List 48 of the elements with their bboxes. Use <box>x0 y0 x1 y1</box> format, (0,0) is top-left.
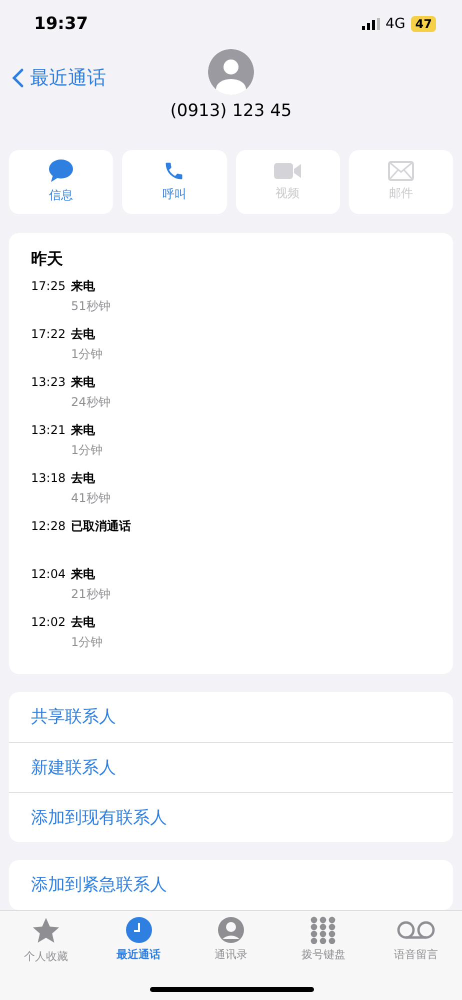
phone-number: (0913) 123 45 <box>170 100 292 121</box>
tab-item[interactable]: 个人收藏 <box>0 914 92 1000</box>
call-duration: 51秒钟 <box>71 298 112 315</box>
call-duration: 21秒钟 <box>71 586 112 603</box>
call-duration: 1分钟 <box>71 442 104 459</box>
call-time: 17:25 <box>31 278 67 295</box>
contact-option[interactable]: 新建联系人 <box>9 742 453 792</box>
battery-level: 47 <box>411 16 436 32</box>
action-button[interactable]: 呼叫 <box>122 150 226 214</box>
status-time: 19:37 <box>34 14 88 34</box>
date-heading: 昨天 <box>31 248 64 270</box>
tab-item[interactable]: 拨号键盘 <box>277 914 370 1000</box>
call-duration: 24秒钟 <box>71 394 112 411</box>
person-circle-icon <box>217 916 246 944</box>
call-type: 来电 <box>71 374 96 391</box>
clock-icon <box>124 916 153 944</box>
chevron-left-icon <box>12 68 24 88</box>
network-type: 4G <box>386 16 406 32</box>
keypad-icon <box>309 916 338 944</box>
call-type: 去电 <box>71 470 96 487</box>
tab-item[interactable]: 语音留言 <box>370 914 462 1000</box>
call-type: 已取消通话 <box>71 518 132 535</box>
call-type: 来电 <box>71 278 96 295</box>
call-duration: 1分钟 <box>71 346 104 363</box>
contact-option[interactable]: 添加到现有联系人 <box>9 792 453 842</box>
action-button[interactable]: 信息 <box>9 150 114 214</box>
signal-icon <box>362 18 380 30</box>
contact-option[interactable]: 共享联系人 <box>9 692 453 742</box>
call-time: 17:22 <box>31 326 67 343</box>
back-button[interactable]: 最近通话 <box>12 64 106 91</box>
avatar-icon <box>208 48 254 95</box>
call-duration: 41秒钟 <box>71 490 112 507</box>
video-camera-icon <box>274 161 302 182</box>
call-type: 去电 <box>71 326 96 343</box>
call-time: 12:04 <box>31 566 67 583</box>
call-type: 去电 <box>71 614 96 631</box>
call-time: 12:02 <box>31 614 67 631</box>
emergency-contact-option[interactable]: 添加到紧急联系人 <box>9 860 453 910</box>
call-type: 来电 <box>71 566 96 583</box>
call-time: 12:28 <box>31 518 67 535</box>
envelope-icon <box>388 161 414 182</box>
call-time: 13:18 <box>31 470 67 487</box>
call-type: 来电 <box>71 422 96 439</box>
tab-item[interactable]: 最近通话 <box>92 914 185 1000</box>
speech-bubble-icon <box>48 159 74 184</box>
call-time: 13:21 <box>31 422 67 439</box>
call-duration: 1分钟 <box>71 634 104 651</box>
call-time: 13:23 <box>31 374 67 391</box>
